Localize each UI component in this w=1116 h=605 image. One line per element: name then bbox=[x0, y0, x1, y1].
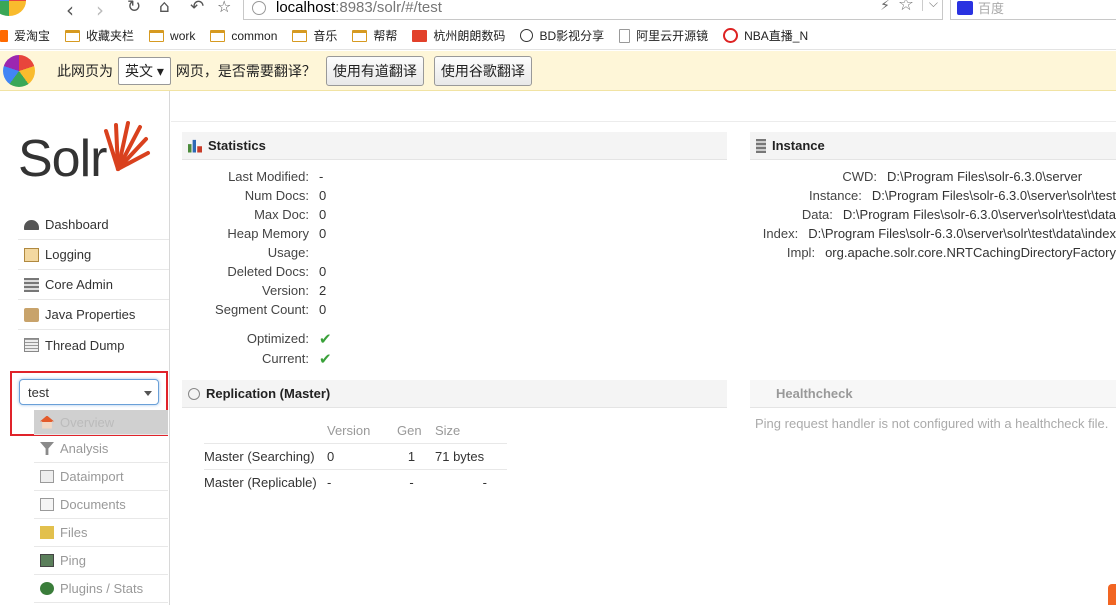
nba-icon bbox=[723, 28, 739, 43]
nav-core-admin[interactable]: Core Admin bbox=[18, 270, 169, 300]
google-translate-button[interactable]: 使用谷歌翻译 bbox=[433, 55, 532, 86]
bd-icon bbox=[520, 29, 534, 42]
bookmark-star-icon[interactable]: ☆ bbox=[217, 0, 231, 16]
documents-icon bbox=[40, 498, 54, 511]
search-placeholder: 百度 bbox=[978, 1, 1005, 16]
bookmark-aliyun[interactable]: 阿里云开源镜 bbox=[619, 27, 708, 44]
bookmarks-bar: 爱淘宝 收藏夹栏 work common 音乐 帮帮 杭州朗朗数码 BD影视分享… bbox=[0, 22, 1116, 50]
home-icon[interactable]: ⌂ bbox=[159, 0, 170, 17]
folder-icon bbox=[292, 29, 308, 42]
solr-logo[interactable]: Solr bbox=[18, 117, 158, 189]
nav-logging[interactable]: Logging bbox=[18, 240, 169, 270]
nav-java-properties[interactable]: Java Properties bbox=[18, 300, 169, 330]
statistics-header: Statistics bbox=[182, 132, 727, 160]
logging-icon bbox=[24, 247, 39, 262]
translate-logo-icon bbox=[3, 54, 35, 87]
bookmark-work-folder[interactable]: work bbox=[149, 29, 195, 43]
folder-icon bbox=[65, 29, 81, 42]
core-nav-analysis[interactable]: Analysis bbox=[34, 435, 168, 463]
checkmark-icon: ✔ bbox=[319, 330, 332, 348]
forward-icon[interactable]: › bbox=[96, 0, 104, 22]
table-row: Master (Searching) 0 1 71 bytes bbox=[204, 442, 507, 469]
translate-suffix: 网页，是否需要翻译？ bbox=[175, 62, 316, 79]
address-bar[interactable]: localhost:8983/solr/#/test ⚡ ☆ ⌵ bbox=[243, 0, 943, 20]
browser-toolbar: ‹ › ↻ ⌂ ↶ ☆ localhost:8983/solr/#/test ⚡… bbox=[0, 0, 1116, 22]
bookmark-nba[interactable]: NBA直播_N bbox=[723, 27, 808, 44]
undo-icon[interactable]: ↶ bbox=[190, 0, 204, 17]
statistics-table: Last Modified: - Num Docs: 0 Max Doc: 0 Hea… bbox=[189, 167, 332, 368]
plugins-icon bbox=[40, 582, 54, 595]
back-icon[interactable]: ‹ bbox=[66, 0, 74, 22]
core-selector-value: test bbox=[28, 384, 49, 400]
core-nav-ping[interactable]: Ping bbox=[34, 547, 168, 575]
bookmark-music-folder[interactable]: 音乐 bbox=[292, 27, 337, 44]
core-nav-dataimport[interactable]: Dataimport bbox=[34, 463, 168, 491]
instance-header: Instance bbox=[750, 132, 1116, 160]
nav-dashboard[interactable]: Dashboard bbox=[18, 210, 169, 240]
files-icon bbox=[40, 526, 54, 539]
thread-dump-icon bbox=[24, 338, 39, 352]
java-icon bbox=[24, 307, 39, 322]
replication-header: Replication (Master) bbox=[182, 380, 727, 408]
healthcheck-header: Healthcheck bbox=[750, 380, 1116, 408]
checkmark-icon: ✔ bbox=[319, 350, 332, 368]
core-nav-plugins-stats[interactable]: Plugins / Stats bbox=[34, 575, 168, 603]
core-admin-icon bbox=[24, 277, 39, 292]
folder-icon bbox=[210, 29, 226, 42]
core-selector[interactable]: test bbox=[19, 379, 159, 405]
core-nav-files[interactable]: Files bbox=[34, 519, 168, 547]
bookmark-bd[interactable]: BD影视分享 bbox=[520, 27, 604, 44]
nav-thread-dump[interactable]: Thread Dump bbox=[18, 330, 169, 360]
folder-icon bbox=[352, 29, 368, 42]
healthcheck-message: Ping request handler is not configured w… bbox=[755, 416, 1109, 431]
instance-table: CWD: D:\Program Files\solr-6.3.0\server I… bbox=[762, 169, 1116, 260]
translate-prefix: 此网页为 bbox=[57, 62, 113, 79]
main-nav: Dashboard Logging Core Admin Java Proper… bbox=[18, 210, 169, 360]
ping-icon bbox=[40, 554, 54, 567]
replication-table: Version Gen Size Master (Searching) 0 1 … bbox=[204, 419, 507, 495]
favorite-star-icon[interactable]: ☆ bbox=[898, 0, 914, 15]
chevron-down-icon bbox=[144, 391, 152, 396]
page-icon bbox=[619, 28, 631, 43]
url-text[interactable]: localhost:8983/solr/#/test bbox=[276, 0, 442, 16]
bookmark-bangbang-folder[interactable]: 帮帮 bbox=[352, 27, 397, 44]
bookmark-favorites-folder[interactable]: 收藏夹栏 bbox=[65, 27, 134, 44]
url-dropdown-icon[interactable]: ⌵ bbox=[921, 0, 938, 11]
folder-icon bbox=[149, 29, 165, 42]
replication-icon bbox=[188, 387, 200, 400]
main-content: Statistics Last Modified: - Num Docs: 0 Ma… bbox=[171, 91, 1116, 605]
taobao-shop-icon bbox=[412, 29, 428, 42]
language-select[interactable]: 英文 ▾ bbox=[118, 56, 171, 85]
bar-chart-icon bbox=[188, 139, 202, 153]
dashboard-icon bbox=[24, 219, 39, 230]
baidu-icon bbox=[957, 0, 973, 15]
browser-logo-icon[interactable] bbox=[0, 0, 26, 16]
server-icon bbox=[756, 138, 766, 153]
youdao-translate-button[interactable]: 使用有道翻译 bbox=[325, 55, 424, 86]
bookmark-common-folder[interactable]: common bbox=[210, 29, 277, 43]
taobao-icon bbox=[0, 29, 8, 42]
dataimport-icon bbox=[40, 470, 54, 483]
floating-widget-icon[interactable] bbox=[1108, 584, 1116, 605]
optimized-label: Optimized: bbox=[246, 331, 309, 346]
page-icon bbox=[252, 0, 266, 15]
current-label: Current: bbox=[262, 351, 309, 366]
home-icon bbox=[40, 415, 54, 429]
core-nav-overview[interactable]: Overview bbox=[34, 410, 168, 435]
filter-icon bbox=[40, 442, 54, 455]
solr-sunburst-icon bbox=[104, 121, 150, 171]
speed-mode-icon[interactable]: ⚡ bbox=[880, 0, 890, 14]
search-box[interactable]: 百度 bbox=[950, 0, 1116, 20]
bookmark-hangzhou[interactable]: 杭州朗朗数码 bbox=[412, 27, 505, 44]
bookmark-aitaobao[interactable]: 爱淘宝 bbox=[0, 27, 50, 44]
core-nav: Overview Analysis Dataimport Documents F… bbox=[34, 410, 168, 603]
translate-bar: 此网页为 英文 ▾ 网页，是否需要翻译？ 使用有道翻译 使用谷歌翻译 bbox=[0, 51, 1116, 91]
core-nav-documents[interactable]: Documents bbox=[34, 491, 168, 519]
reload-icon[interactable]: ↻ bbox=[127, 0, 141, 17]
table-row: Master (Replicable) - - - bbox=[204, 468, 507, 495]
divider bbox=[171, 121, 1116, 122]
